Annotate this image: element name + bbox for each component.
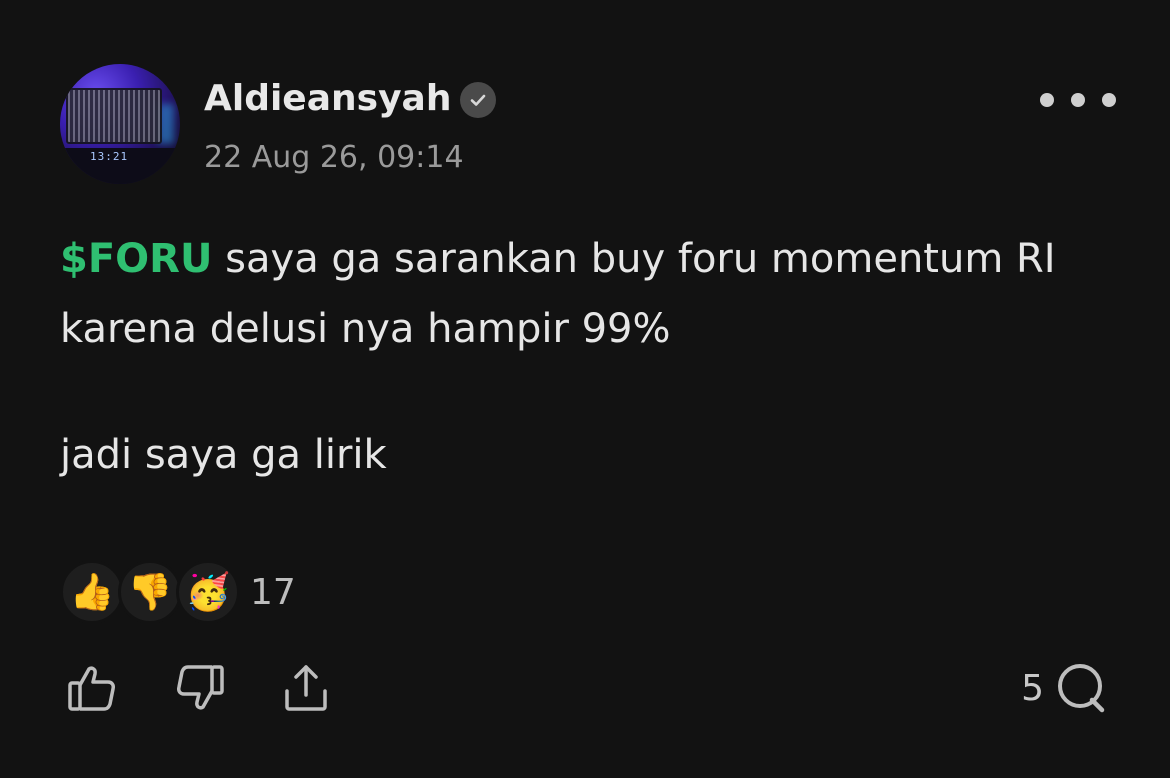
thumbs-up-emoji: 👍 (60, 560, 124, 624)
thumbs-up-icon (68, 666, 115, 711)
post-body: $FORU saya ga sarankan buy foru momentum… (60, 224, 1120, 478)
verified-icon (460, 82, 496, 118)
dislike-button[interactable] (168, 656, 232, 720)
more-dot (1071, 93, 1085, 107)
thumbs-down-icon (177, 665, 224, 710)
thumbs-down-emoji: 👎 (118, 560, 182, 624)
avatar-monitor (66, 88, 162, 144)
reactions-summary[interactable]: 👍 👎 🥳 17 (60, 560, 296, 624)
post-line-3: jadi saya ga lirik (60, 432, 387, 478)
like-button[interactable] (60, 656, 124, 720)
post-text-1: saya ga sarankan buy foru momentum RI (212, 236, 1056, 282)
comment-icon (1058, 664, 1105, 713)
reaction-count: 17 (250, 571, 296, 613)
author-name[interactable]: Aldieansyah (204, 78, 451, 119)
avatar[interactable]: 13:21 (60, 64, 180, 184)
party-face-emoji: 🥳 (176, 560, 240, 624)
ticker-link[interactable]: $FORU (60, 236, 212, 282)
comment-button[interactable]: 5 (1021, 656, 1110, 720)
action-bar: 5 (60, 656, 1120, 720)
more-options-icon[interactable] (1040, 84, 1116, 116)
share-icon (285, 665, 327, 711)
avatar-clock-text: 13:21 (90, 150, 129, 163)
comment-count: 5 (1021, 667, 1044, 709)
more-dot (1040, 93, 1054, 107)
post-line-2: karena delusi nya hampir 99% (60, 306, 671, 352)
post-line-1: $FORU saya ga sarankan buy foru momentum… (60, 224, 1120, 294)
post-timestamp: 22 Aug 26, 09:14 (204, 140, 464, 175)
post-card: 13:21 Aldieansyah 22 Aug 26, 09:14 $FORU… (0, 0, 1170, 778)
more-dot (1102, 93, 1116, 107)
share-button[interactable] (274, 656, 338, 720)
